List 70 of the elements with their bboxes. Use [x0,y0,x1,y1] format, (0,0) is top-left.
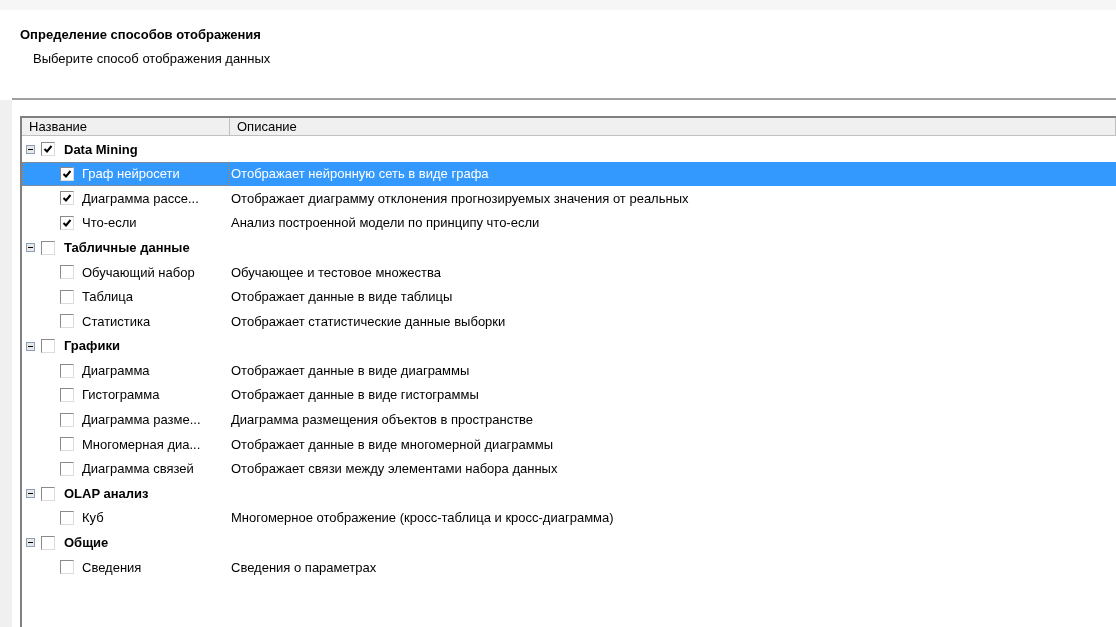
checkbox[interactable] [41,486,55,501]
item-description: Отображает диаграмму отклонения прогнозируемых значения от реальных [230,189,689,208]
checkbox[interactable] [60,314,74,329]
checkbox[interactable] [41,142,55,157]
item-description: Отображает данные в виде гистограммы [230,386,479,405]
item-name: Статистика [82,312,151,331]
checkbox[interactable] [60,412,74,427]
checkbox[interactable] [41,535,55,550]
group-label: Графики [64,337,120,356]
checkbox[interactable] [60,191,74,206]
item-description: Диаграмма размещения объектов в пространстве [230,411,534,430]
collapse-icon[interactable] [26,489,35,499]
checkbox[interactable] [60,265,74,280]
checkbox[interactable] [60,216,74,231]
item-name: Диаграмма связей [82,460,194,479]
item-name: Многомерная диа... [82,435,201,454]
group-label: Data Mining [64,140,138,159]
item-description: Сведения о параметрах [230,558,377,577]
checkbox[interactable] [41,339,55,354]
item-name: Гистограмма [82,386,160,405]
checkbox[interactable] [60,462,74,476]
item-name: Диаграмма [82,361,150,380]
tree-row[interactable]: Таблица Отображает данные в виде таблицы [22,284,1116,310]
item-description: Отображает данные в виде таблицы [230,288,453,307]
checkbox[interactable] [60,560,74,575]
column-header[interactable]: Название [22,118,230,135]
item-description: Отображает данные в виде диаграммы [230,361,470,380]
group-label: Общие [64,534,109,553]
tree-row[interactable]: Многомерная диа... Отображает данные в виде многомерной диаграммы [22,432,1116,457]
tree-row[interactable]: Обучающий набор Обучающее и тестовое множества [22,259,1116,285]
item-description: Анализ построенной модели по принципу что-если [230,214,540,233]
column-header[interactable]: Описание [230,118,1116,135]
item-name: Сведения [82,558,142,577]
item-name: Куб [82,509,104,528]
checkbox[interactable] [60,437,74,452]
checkbox[interactable] [41,240,55,255]
item-description: Отображает данные в виде многомерной диаграммы [230,435,554,454]
tree-row[interactable]: Сведения Сведения о параметрах [22,555,1116,580]
item-description: Отображает нейронную сеть в виде графа [230,165,489,184]
page-title: Определение способов отображения [20,26,262,44]
item-name: Что-если [82,214,137,233]
item-name: Диаграмма рассе... [82,189,199,208]
item-name: Обучающий набор [82,263,195,282]
tree-row[interactable]: Что-если Анализ построенной модели по принципу что-если [22,210,1116,236]
item-description: Многомерное отображение (кросс-таблица и кросс-диаграмма) [230,509,614,528]
collapse-icon[interactable] [26,538,35,548]
checkbox[interactable] [60,511,74,526]
tree-row[interactable]: Диаграмма разме... Диаграмма размещения объектов в пространстве [22,407,1116,433]
page-subtitle: Выберите способ отображения данных [32,49,272,68]
checkbox[interactable] [60,363,74,378]
item-name: Граф нейросети [82,165,180,184]
item-name: Таблица [82,288,133,307]
group-label: OLAP анализ [64,484,149,503]
item-description: Отображает статистические данные выборки [230,312,506,331]
tree-row[interactable]: Диаграмма Отображает данные в виде диаграммы [22,358,1116,383]
tree-row[interactable]: Куб Многомерное отображение (кросс-таблица и кросс-диаграмма) [22,505,1116,531]
collapse-icon[interactable] [26,144,35,154]
tree-row[interactable]: Диаграмма связей Отображает связи между элементами набора данных [22,456,1116,482]
checkbox[interactable] [60,166,74,181]
item-description: Отображает связи между элементами набора данных [230,460,558,479]
tree-row[interactable]: Статистика Отображает статистические данные выборки [22,309,1116,334]
collapse-icon[interactable] [26,243,35,253]
item-description: Обучающее и тестовое множества [230,263,441,282]
checkbox[interactable] [60,388,74,403]
group-label: Табличные данные [64,238,190,257]
checkbox[interactable] [60,289,74,304]
tree-row[interactable]: Диаграмма рассе... Отображает диаграмму отклонения прогнозируемых значения от реальных [22,186,1116,211]
tree-row[interactable]: Гистограмма Отображает данные в виде гистограммы [22,382,1116,408]
collapse-icon[interactable] [26,341,35,351]
item-name: Диаграмма разме... [82,411,201,430]
